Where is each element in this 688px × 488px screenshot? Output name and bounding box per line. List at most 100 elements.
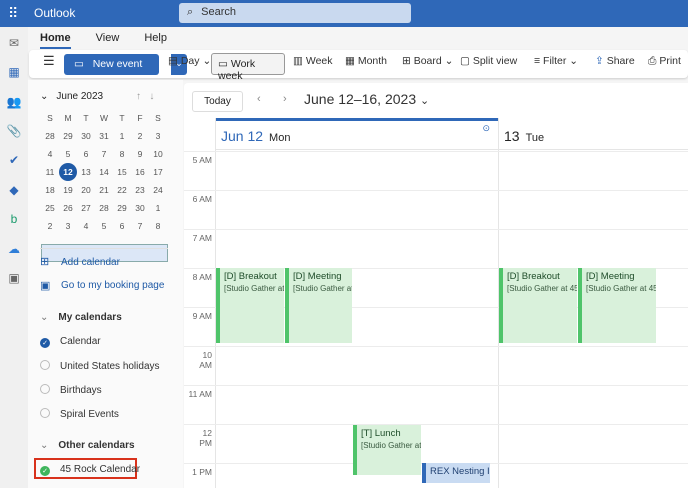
calendar-item[interactable]: United States holidays [40, 360, 160, 372]
location-pin-icon: ⊙ [482, 123, 490, 133]
calendar-icon[interactable]: ▦ [6, 65, 22, 81]
mini-calendar-day[interactable]: 29 [113, 199, 131, 217]
mini-calendar-day[interactable]: 6 [113, 217, 131, 235]
mini-calendar-day[interactable]: 26 [59, 199, 77, 217]
checkbox-checked[interactable]: ✓ [40, 466, 50, 476]
hour-label: 5 AM [192, 155, 212, 165]
mini-calendar-day[interactable]: 4 [41, 145, 59, 163]
onedrive-icon[interactable]: ☁ [6, 242, 22, 258]
my-calendars-header[interactable]: ⌄ My calendars [40, 312, 122, 323]
mini-calendar-day[interactable]: 3 [59, 217, 77, 235]
other-calendars-header[interactable]: ⌄ Other calendars [40, 440, 135, 451]
calendar-item[interactable]: ✓ 45 Rock Calendar [40, 464, 140, 476]
booking-page-link[interactable]: Go to my booking page [61, 280, 164, 291]
mini-calendar-day[interactable]: 23 [131, 181, 149, 199]
mini-calendar-header[interactable]: ⌄ June 2023 [40, 91, 103, 102]
mini-calendar-day[interactable]: 24 [149, 181, 167, 199]
mini-calendar-day[interactable]: 19 [59, 181, 77, 199]
mini-calendar-day[interactable]: 1 [149, 199, 167, 217]
mini-calendar-day[interactable]: 20 [77, 181, 95, 199]
app-launcher-icon[interactable]: ⠿ [8, 5, 18, 22]
calendar-item[interactable]: ✓ Calendar [40, 336, 101, 348]
office-icon[interactable]: ◆ [6, 183, 22, 199]
more-apps-icon[interactable]: ▣ [6, 271, 22, 287]
mini-calendar-day[interactable]: 1 [113, 127, 131, 145]
menu-icon[interactable]: ☰ [43, 53, 55, 69]
attachment-icon[interactable]: 📎 [6, 124, 22, 140]
mini-calendar-day[interactable]: 7 [95, 145, 113, 163]
month-view-button[interactable]: ▦ Month [345, 55, 387, 67]
add-calendar-link[interactable]: Add calendar [61, 257, 120, 268]
mini-calendar-day[interactable]: 5 [59, 145, 77, 163]
mail-icon[interactable]: ✉ [6, 36, 22, 52]
mini-calendar-day[interactable]: 2 [41, 217, 59, 235]
share-button[interactable]: ⇪ Share [595, 55, 635, 67]
checkbox[interactable] [40, 384, 50, 394]
mini-calendar-day[interactable]: 2 [131, 127, 149, 145]
mini-calendar-day[interactable]: 28 [41, 127, 59, 145]
day-header-mon[interactable]: Jun 12 Mon ⊙ [215, 118, 498, 150]
people-icon[interactable]: 👥 [6, 95, 22, 111]
calendar-event[interactable]: [T] Lunch [Studio Gather at [353, 425, 421, 475]
mini-calendar-day[interactable]: 21 [95, 181, 113, 199]
mini-calendar-day[interactable]: 17 [149, 163, 167, 181]
todo-icon[interactable]: ✔ [6, 153, 22, 169]
today-button[interactable]: Today [192, 91, 243, 112]
prev-icon[interactable]: ‹ [257, 93, 261, 105]
checkbox-checked[interactable]: ✓ [40, 338, 50, 348]
mini-calendar-day[interactable]: 3 [149, 127, 167, 145]
arrow-down-icon[interactable]: ↓ [149, 91, 154, 102]
mini-calendar-day[interactable]: 22 [113, 181, 131, 199]
hour-line [184, 385, 688, 386]
next-icon[interactable]: › [283, 93, 287, 105]
filter-button[interactable]: ≡ Filter ⌄ [534, 55, 578, 67]
work-week-view-button[interactable]: ▭ Work week [211, 53, 285, 82]
mini-calendar-day[interactable]: 8 [113, 145, 131, 163]
mini-calendar-day[interactable]: 10 [149, 145, 167, 163]
tab-view[interactable]: View [96, 32, 120, 44]
print-button[interactable]: ⎙ Print [648, 55, 681, 68]
mini-calendar-nav[interactable]: ↑ ↓ [136, 91, 154, 102]
mini-calendar-day[interactable]: 16 [131, 163, 149, 181]
mini-calendar-day[interactable]: 7 [131, 217, 149, 235]
mini-calendar-day[interactable]: 25 [41, 199, 59, 217]
calendar-event[interactable]: REX Nesting Is [422, 463, 490, 483]
search-input[interactable]: ⌕ Search [179, 3, 411, 23]
date-range-picker[interactable]: June 12–16, 2023 ⌄ [304, 91, 429, 107]
tab-help[interactable]: Help [144, 32, 167, 44]
mini-calendar-day[interactable]: 13 [77, 163, 95, 181]
new-event-button[interactable]: ▭ New event [64, 54, 159, 75]
mini-calendar-day[interactable]: 5 [95, 217, 113, 235]
day-header-tue[interactable]: 13 Tue [498, 118, 688, 150]
bookings-icon[interactable]: b [6, 212, 22, 228]
calendar-event[interactable]: [D] Meeting [Studio Gather at 45 [578, 268, 656, 343]
mini-calendar-day[interactable]: 31 [95, 127, 113, 145]
mini-calendar-day[interactable]: 30 [77, 127, 95, 145]
board-view-button[interactable]: ⊞ Board ⌄ [402, 55, 453, 67]
calendar-item[interactable]: Spiral Events [40, 408, 119, 420]
tab-home[interactable]: Home [40, 32, 71, 49]
mini-calendar-day[interactable]: 29 [59, 127, 77, 145]
mini-calendar-day[interactable]: 28 [95, 199, 113, 217]
mini-calendar-day[interactable]: 12 [59, 163, 77, 181]
calendar-event[interactable]: [D] Breakout [Studio Gather at 45 [499, 268, 577, 343]
mini-calendar-day[interactable]: 4 [77, 217, 95, 235]
week-view-button[interactable]: ▥ Week [293, 55, 333, 67]
calendar-event[interactable]: [D] Meeting [Studio Gather at [285, 268, 352, 343]
mini-calendar-day[interactable]: 11 [41, 163, 59, 181]
checkbox[interactable] [40, 360, 50, 370]
split-view-button[interactable]: ▢ Split view [460, 55, 517, 67]
mini-calendar-day[interactable]: 15 [113, 163, 131, 181]
mini-calendar-day[interactable]: 8 [149, 217, 167, 235]
calendar-item[interactable]: Birthdays [40, 384, 102, 396]
arrow-up-icon[interactable]: ↑ [136, 91, 141, 102]
mini-calendar-day[interactable]: 30 [131, 199, 149, 217]
mini-calendar-day[interactable]: 6 [77, 145, 95, 163]
mini-calendar-day[interactable]: 14 [95, 163, 113, 181]
checkbox[interactable] [40, 408, 50, 418]
day-view-button[interactable]: ▤ Day ⌄ [168, 55, 211, 67]
mini-calendar-day[interactable]: 9 [131, 145, 149, 163]
mini-calendar-day[interactable]: 27 [77, 199, 95, 217]
mini-calendar-day[interactable]: 18 [41, 181, 59, 199]
calendar-event[interactable]: [D] Breakout [Studio Gather at [216, 268, 284, 343]
